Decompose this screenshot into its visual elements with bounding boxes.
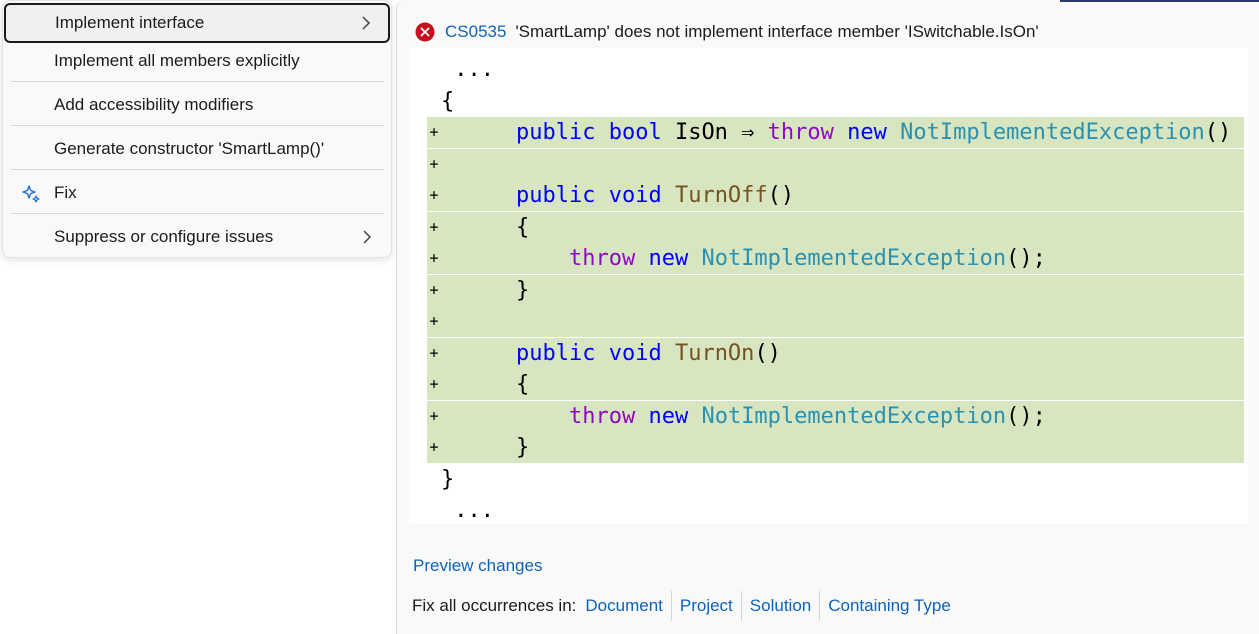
- code-text: {: [515, 372, 530, 397]
- menu-item-label: Suppress or configure issues: [54, 227, 274, 246]
- added-code-line: + }: [427, 274, 1244, 306]
- preview-changes-link[interactable]: Preview changes: [413, 556, 542, 576]
- menu-separator: [11, 213, 384, 214]
- menu-separator: [11, 169, 384, 170]
- error-icon: [415, 22, 435, 42]
- diff-added-marker: +: [429, 280, 439, 299]
- fix-preview-pane: CS0535 'SmartLamp' does not implement in…: [396, 0, 1259, 634]
- chevron-right-icon: [362, 16, 371, 30]
- fix-all-occurrences: Fix all occurrences in: Document Project…: [412, 591, 959, 621]
- added-code-line: + throw new NotImplementedException();: [427, 400, 1244, 432]
- diff-added-marker: +: [429, 312, 439, 330]
- added-code-line: + }: [427, 432, 1244, 463]
- diagnostic-header: CS0535 'SmartLamp' does not implement in…: [415, 20, 1039, 44]
- code-text: throw new NotImplementedException();: [568, 403, 1046, 429]
- context-code-line: }: [409, 464, 1248, 495]
- diff-added-marker: +: [429, 123, 439, 141]
- diff-added-marker: +: [429, 406, 439, 425]
- menu-separator: [11, 81, 384, 82]
- diff-added-marker: +: [429, 438, 439, 456]
- diff-added-marker: +: [429, 217, 439, 236]
- diagnostic-code-link[interactable]: CS0535: [445, 22, 506, 42]
- menu-item-implement-interface[interactable]: Implement interface: [4, 3, 390, 43]
- menu-item-label: Implement interface: [55, 13, 205, 32]
- sparkle-fix-icon: [22, 185, 40, 203]
- window-edge: [1060, 0, 1259, 2]
- code-text: public void TurnOn(): [515, 340, 781, 366]
- added-code-line: + {: [427, 211, 1244, 243]
- scope-solution-link[interactable]: Solution: [742, 596, 819, 616]
- added-code-line: + public void TurnOff(): [427, 180, 1244, 211]
- diff-added-marker: +: [429, 343, 439, 362]
- menu-item-label: Implement all members explicitly: [54, 51, 300, 70]
- scope-containing-type-link[interactable]: Containing Type: [820, 596, 959, 616]
- quick-actions-menu: Implement interface Implement all member…: [2, 0, 392, 258]
- added-code-line: +: [427, 306, 1244, 337]
- code-text: {: [515, 214, 530, 240]
- added-code-line: +: [427, 148, 1244, 180]
- diagnostic-message: 'SmartLamp' does not implement interface…: [515, 22, 1039, 41]
- diff-added-marker: +: [429, 375, 439, 393]
- menu-item-label: Add accessibility modifiers: [54, 95, 254, 114]
- diff-added-marker: +: [429, 249, 439, 267]
- scope-document-link[interactable]: Document: [585, 596, 670, 616]
- menu-item-generate-constructor[interactable]: Generate constructor 'SmartLamp()': [3, 130, 391, 168]
- menu-item-suppress-configure[interactable]: Suppress or configure issues: [3, 218, 391, 256]
- code-text: }: [515, 277, 530, 303]
- code-text: }: [441, 466, 455, 492]
- menu-item-label: Generate constructor 'SmartLamp()': [54, 139, 325, 158]
- chevron-right-icon: [363, 230, 372, 244]
- menu-item-implement-explicitly[interactable]: Implement all members explicitly: [3, 42, 391, 80]
- context-code-line: ...: [409, 495, 1248, 526]
- code-text: public void TurnOff(): [515, 183, 795, 208]
- menu-item-fix[interactable]: Fix: [3, 174, 391, 212]
- menu-item-add-accessibility-modifiers[interactable]: Add accessibility modifiers: [3, 86, 391, 124]
- added-code-line: + public bool IsOn ⇒ throw new NotImplem…: [427, 117, 1244, 148]
- added-code-line: + {: [427, 369, 1244, 400]
- menu-separator: [11, 125, 384, 126]
- code-text: {: [441, 88, 455, 114]
- code-text: }: [515, 435, 530, 460]
- context-code-line: {: [409, 86, 1248, 117]
- context-code-line: ...: [409, 54, 1248, 85]
- diff-added-marker: +: [429, 186, 439, 204]
- fix-all-label: Fix all occurrences in:: [412, 596, 577, 615]
- code-text: ...: [441, 498, 494, 523]
- code-diff-preview: ...{+ public bool IsOn ⇒ throw new NotIm…: [409, 48, 1248, 524]
- menu-item-label: Fix: [54, 183, 77, 202]
- scope-project-link[interactable]: Project: [672, 596, 741, 616]
- code-text: public bool IsOn ⇒ throw new NotImplemen…: [515, 120, 1232, 145]
- added-code-line: + throw new NotImplementedException();: [427, 243, 1244, 274]
- added-code-line: + public void TurnOn(): [427, 337, 1244, 369]
- code-text: throw new NotImplementedException();: [568, 246, 1046, 271]
- code-text: ...: [441, 57, 494, 82]
- diff-added-marker: +: [429, 154, 439, 173]
